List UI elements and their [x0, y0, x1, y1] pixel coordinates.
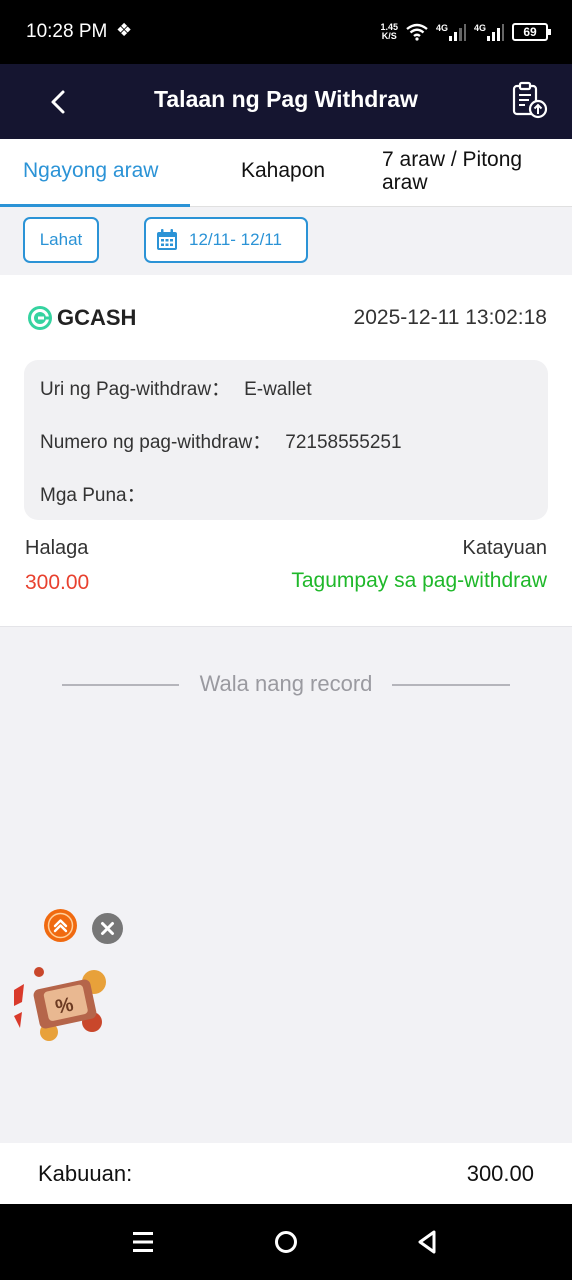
divider-right	[392, 684, 510, 686]
gcash-logo-icon	[28, 306, 52, 330]
no-more-records: Wala nang record	[0, 670, 572, 700]
record-details: Uri ng Pag-withdraw： E-wallet Numero ng p…	[24, 360, 548, 520]
signal-4g-icon-2: 4G	[474, 23, 504, 41]
withdraw-record-card[interactable]: GCASH 2025-12-11 13:02:18 Uri ng Pag-wit…	[0, 275, 572, 627]
withdraw-type-label: Uri ng Pag-withdraw：	[40, 379, 231, 400]
wifi-icon	[406, 23, 428, 41]
tab-label: Ngayong araw	[23, 159, 159, 182]
status-indicators: 1.45 K/S 4G 4G 69	[380, 18, 551, 46]
menu-icon[interactable]	[127, 1226, 159, 1258]
status-bar: 10:28 PM ❖ 1.45 K/S 4G 4G 69	[0, 0, 572, 64]
total-label: Kabuuan:	[38, 1161, 133, 1186]
remarks-label: Mga Puna：	[40, 485, 146, 506]
withdraw-number-value: 72158555251	[285, 432, 402, 453]
filter-all-button[interactable]: Lahat	[23, 217, 99, 263]
amount-label: Halaga	[25, 537, 89, 559]
status-time: 10:28 PM	[26, 21, 108, 42]
tab-today[interactable]: Ngayong araw	[0, 139, 190, 207]
signal-4g-icon: 4G	[436, 23, 466, 41]
total-value: 300.00	[466, 1161, 534, 1186]
notification-icon: ❖	[116, 20, 133, 40]
period-tabs: Ngayong araw Kahapon 7 araw / Pitong ara…	[0, 139, 572, 207]
double-chevron-up-glyph	[47, 912, 74, 939]
withdraw-number-row: Numero ng pag-withdraw： 72158555251	[40, 427, 402, 454]
app-header: Talaan ng Pag Withdraw	[0, 64, 572, 139]
record-datetime: 2025-12-11 13:02:18	[353, 306, 547, 329]
close-glyph	[101, 922, 114, 935]
withdraw-type-value: E-wallet	[244, 379, 312, 400]
tab-label: Kahapon	[241, 159, 326, 182]
double-chevron-up-icon[interactable]	[44, 909, 77, 942]
close-icon[interactable]	[92, 913, 123, 944]
battery-icon: 69	[512, 23, 551, 41]
remarks-row: Mga Puna：	[40, 480, 160, 507]
date-range-label: 12/11- 12/11	[189, 230, 282, 249]
tab-yesterday[interactable]: Kahapon	[190, 139, 380, 207]
promo-coupon-icon[interactable]: %	[14, 962, 110, 1042]
svg-text:4G: 4G	[436, 23, 448, 33]
provider-name: GCASH	[57, 305, 137, 330]
filter-bar: Lahat 12/11- 12/11	[0, 207, 572, 275]
back-triangle-icon[interactable]	[412, 1226, 444, 1258]
total-footer: Kabuuan: 300.00	[0, 1143, 572, 1204]
system-nav-bar	[0, 1204, 572, 1280]
status-label: Katayuan	[462, 537, 547, 559]
calendar-icon	[157, 229, 177, 250]
withdraw-type-row: Uri ng Pag-withdraw： E-wallet	[40, 374, 312, 401]
tab-label: 7 araw / Pitong araw	[382, 148, 523, 194]
clipboard-upload-icon[interactable]	[510, 80, 550, 120]
network-speed: 1.45 K/S	[380, 23, 398, 41]
tab-seven-days[interactable]: 7 araw / Pitong araw	[380, 139, 572, 207]
network-speed-unit: K/S	[381, 31, 397, 41]
svg-text:4G: 4G	[474, 23, 486, 33]
page-title: Talaan ng Pag Withdraw	[154, 86, 418, 112]
date-range-button[interactable]: 12/11- 12/11	[144, 217, 308, 263]
amount-value: 300.00	[25, 571, 90, 594]
home-icon[interactable]	[270, 1226, 302, 1258]
status-value: Tagumpay sa pag-withdraw	[291, 569, 547, 592]
withdraw-number-label: Numero ng pag-withdraw：	[40, 432, 272, 453]
